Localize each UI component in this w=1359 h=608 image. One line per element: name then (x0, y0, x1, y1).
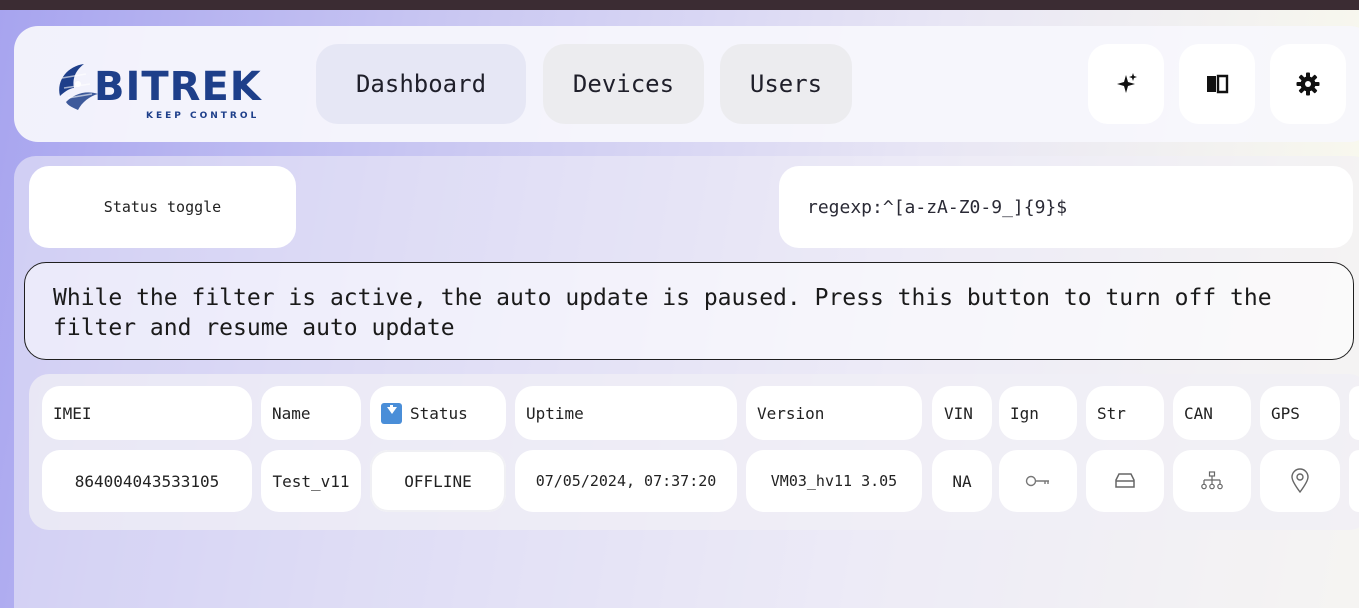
table-cell-vin: NA (932, 450, 992, 512)
book-icon (1205, 73, 1229, 95)
col-header-more[interactable] (1349, 386, 1359, 440)
col-header-status[interactable]: Status (370, 386, 506, 440)
device-filter-value: regexp:^[a-zA-Z0-9_]{9}$ (807, 196, 1068, 218)
col-header-vin-label: VIN (944, 403, 973, 423)
col-header-can-label: CAN (1184, 403, 1213, 423)
col-header-version[interactable]: Version (746, 386, 922, 440)
table-cell-gps[interactable] (1260, 450, 1340, 512)
sort-down-icon (381, 402, 402, 424)
col-header-gps[interactable]: GPS (1260, 386, 1340, 440)
col-header-status-label: Status (410, 403, 468, 423)
col-header-vin[interactable]: VIN (932, 386, 992, 440)
filter-active-notice-button[interactable]: While the filter is active, the auto upd… (24, 262, 1354, 360)
status-badge[interactable]: OFFLINE (370, 450, 506, 512)
nav-users-button[interactable]: Users (720, 44, 852, 124)
col-header-str[interactable]: Str (1086, 386, 1164, 440)
col-header-ign-label: Ign (1010, 403, 1039, 423)
device-filter-input[interactable]: regexp:^[a-zA-Z0-9_]{9}$ (779, 166, 1353, 248)
uptime-value: 07/05/2024, 07:37:20 (535, 472, 717, 490)
status-value: OFFLINE (404, 471, 472, 491)
vin-value: NA (952, 471, 972, 491)
table-cell-uptime: 07/05/2024, 07:37:20 (515, 450, 737, 512)
status-toggle-label: Status toggle (103, 198, 222, 216)
nav-devices-label: Devices (572, 70, 675, 98)
window-top-strip (0, 0, 1359, 10)
network-icon (1201, 471, 1223, 491)
name-value: Test_v11 (272, 471, 350, 491)
version-value: VM03_hv11 3.05 (770, 472, 898, 490)
col-header-imei[interactable]: IMEI (42, 386, 252, 440)
col-header-uptime[interactable]: Uptime (515, 386, 737, 440)
table-cell-can[interactable] (1173, 450, 1251, 512)
settings-button[interactable] (1270, 44, 1346, 124)
col-header-can[interactable]: CAN (1173, 386, 1251, 440)
col-header-imei-label: IMEI (53, 403, 92, 423)
svg-text:BITREK: BITREK (94, 64, 263, 110)
key-icon (1025, 474, 1051, 488)
table-cell-more (1349, 450, 1359, 512)
col-header-uptime-label: Uptime (526, 403, 584, 423)
nav-devices-button[interactable]: Devices (543, 44, 704, 124)
bitrek-logo[interactable]: BITREK KEEP CONTROL (46, 44, 296, 132)
storage-icon (1113, 472, 1137, 490)
col-header-name-label: Name (272, 403, 311, 423)
table-cell-name: Test_v11 (261, 450, 361, 512)
col-header-version-label: Version (757, 403, 825, 423)
sparkle-icon (1113, 71, 1139, 97)
docs-button[interactable] (1179, 44, 1255, 124)
imei-value: 864004043533105 (74, 471, 220, 491)
col-header-gps-label: GPS (1271, 403, 1300, 423)
col-header-name[interactable]: Name (261, 386, 361, 440)
nav-dashboard-label: Dashboard (355, 70, 487, 98)
gear-icon (1296, 72, 1320, 96)
app-header: BITREK KEEP CONTROL Dashboard Devices Us… (14, 26, 1359, 142)
col-header-str-label: Str (1097, 403, 1126, 423)
nav-users-label: Users (749, 70, 823, 98)
svg-text:KEEP CONTROL: KEEP CONTROL (146, 111, 259, 121)
filter-active-notice-text: While the filter is active, the auto upd… (53, 285, 1272, 341)
status-toggle-button[interactable]: Status toggle (29, 166, 296, 248)
table-cell-version: VM03_hv11 3.05 (746, 450, 922, 512)
table-cell-imei: 864004043533105 (42, 450, 252, 512)
table-cell-str[interactable] (1086, 450, 1164, 512)
nav-dashboard-button[interactable]: Dashboard (316, 44, 526, 124)
table-cell-ign[interactable] (999, 450, 1077, 512)
ai-assistant-button[interactable] (1088, 44, 1164, 124)
col-header-ign[interactable]: Ign (999, 386, 1077, 440)
location-pin-icon (1290, 468, 1310, 494)
